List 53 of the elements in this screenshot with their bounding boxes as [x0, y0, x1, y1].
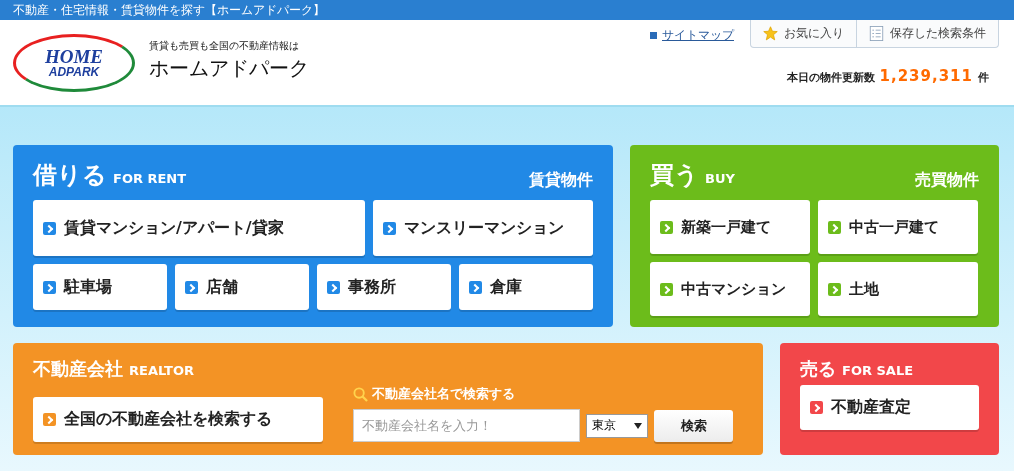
link-button[interactable]: 土地 — [818, 262, 978, 316]
chevron-icon — [660, 282, 673, 296]
tagline: 賃貸も売買も全国の不動産情報は — [149, 39, 300, 53]
search-button[interactable]: 検索 — [654, 409, 733, 442]
sitemap-link[interactable]: サイトマップ — [662, 27, 734, 44]
panel-title: 買う — [650, 161, 699, 189]
chevron-icon — [810, 401, 823, 414]
caret-icon — [634, 422, 642, 429]
update-count-label: 本日の物件更新数 — [786, 70, 875, 85]
site-name: ホームアドパーク — [149, 55, 309, 82]
page-title: 不動産・住宅情報・賃貸物件を探す【ホームアドパーク】 — [13, 1, 325, 19]
count-unit: 件 — [978, 70, 989, 85]
panel-subtitle: FOR SALE — [842, 363, 914, 378]
header-tab[interactable]: 保存した検索条件 — [856, 20, 998, 47]
list-icon — [869, 26, 884, 41]
panel-subtitle: BUY — [705, 171, 735, 186]
link-button[interactable]: 駐車場 — [33, 264, 167, 310]
panel-title: 借りる — [33, 161, 107, 189]
panel-category: 売買物件 — [915, 170, 979, 191]
chevron-icon — [828, 220, 841, 234]
chevron-icon — [327, 280, 340, 294]
region-dropdown[interactable]: 東京 — [586, 413, 648, 438]
link-button[interactable]: 不動産査定 — [800, 385, 979, 430]
link-button[interactable]: 中古マンション — [650, 262, 810, 316]
chevron-icon — [43, 413, 56, 426]
chevron-icon — [660, 220, 673, 234]
search-label: 不動産会社名で検索する — [372, 385, 515, 403]
panel-title: 売る — [800, 358, 836, 379]
link-button[interactable]: 倉庫 — [459, 264, 593, 310]
star-icon — [763, 26, 778, 41]
panel-title: 不動産会社 — [33, 358, 123, 379]
chevron-icon — [469, 280, 482, 294]
link-button[interactable]: 賃貸マンション/アパート/貸家 — [33, 200, 365, 256]
chevron-icon — [383, 221, 396, 235]
link-button[interactable]: 新築一戸建て — [650, 200, 810, 254]
link-button[interactable]: 中古一戸建て — [818, 200, 978, 254]
update-count: 1,239,311 — [879, 67, 973, 85]
search-icon — [353, 386, 368, 402]
bullet-icon — [650, 32, 657, 39]
link-button[interactable]: 店舗 — [175, 264, 309, 310]
link-button[interactable]: 全国の不動産会社を検索する — [33, 397, 323, 442]
logo[interactable]: HOME ADPARK — [13, 33, 135, 92]
header-tab[interactable]: お気に入り — [751, 20, 856, 47]
chevron-icon — [43, 280, 56, 294]
panel-subtitle: FOR RENT — [113, 171, 187, 186]
link-button[interactable]: マンスリーマンション — [373, 200, 593, 256]
panel-subtitle: REALTOR — [129, 363, 194, 378]
chevron-icon — [43, 221, 56, 235]
link-button[interactable]: 事務所 — [317, 264, 451, 310]
search-field[interactable]: 不動産会社名を入力！ — [353, 409, 580, 442]
chevron-icon — [828, 282, 841, 296]
chevron-icon — [185, 280, 198, 294]
panel-category: 賃貸物件 — [529, 170, 593, 191]
